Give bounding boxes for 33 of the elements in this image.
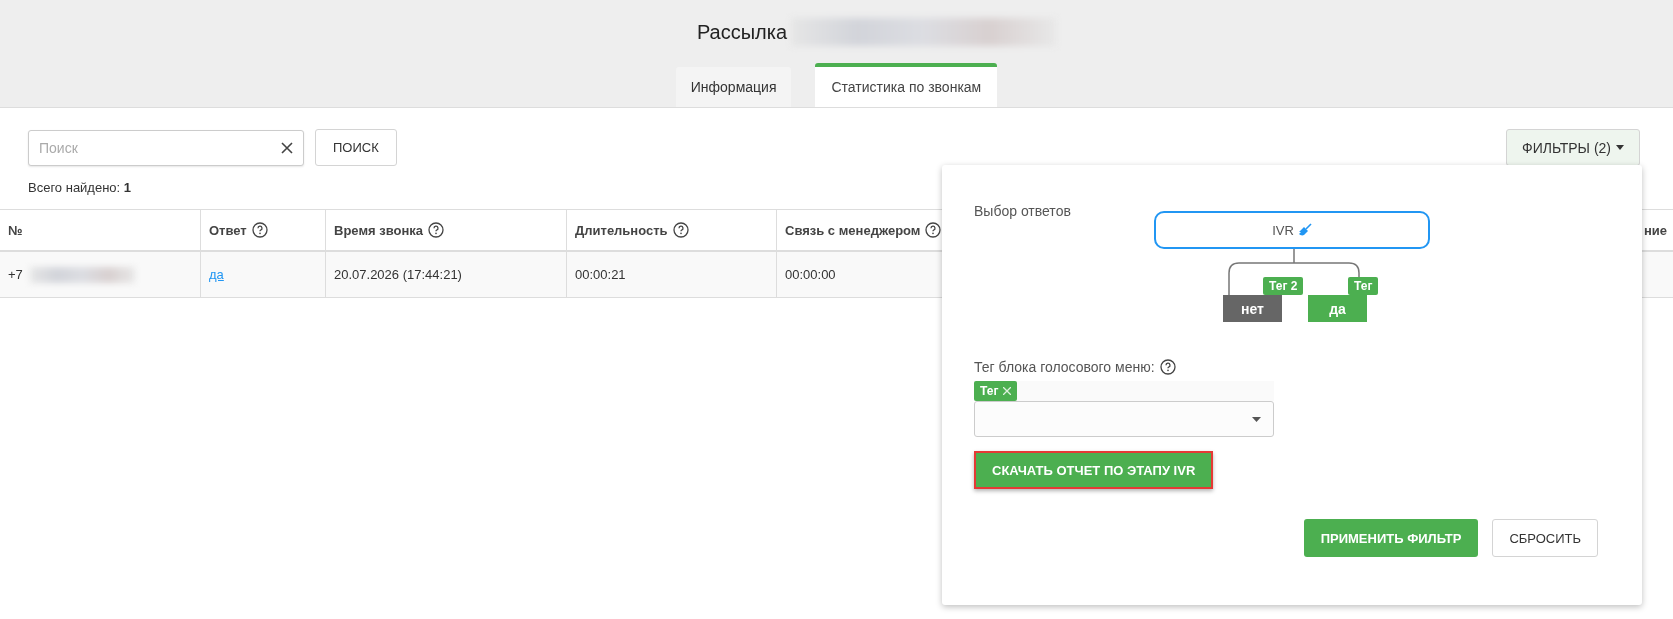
column-header: № [8,222,23,238]
tab[interactable]: Статистика по звонкам [815,63,998,107]
tag-badge: Тег [1348,277,1379,295]
section-label: Выбор ответов [974,203,1072,219]
reset-button[interactable]: СБРОСИТЬ [1492,519,1598,557]
table-cell: 00:00:21 [575,267,626,282]
caret-icon [1252,416,1261,422]
search-button[interactable]: ПОИСК [315,129,397,166]
column-header: Ответ [209,222,247,238]
page-title: Рассылка [696,20,788,44]
tab[interactable]: Информация [675,67,792,107]
phone-number: +7 [8,267,23,282]
help-icon[interactable] [925,222,942,238]
field-label: Тег блока голосового меню: [974,359,1155,375]
search-field[interactable]: Поиск [28,129,304,166]
table-cell: 20.07.2026 (17:44:21) [334,267,462,282]
help-icon[interactable] [428,222,444,238]
column-header: Время звонка [334,222,423,238]
caret-icon [1616,145,1624,150]
tag-badge: Тег 2 [1263,277,1304,295]
column-header: ние [1643,222,1667,238]
broom-icon [1297,223,1312,237]
close-icon[interactable] [281,141,293,154]
filters-button[interactable]: ФИЛЬТРЫ (2) [1506,129,1640,166]
total-count: Всего найдено: 1 [28,180,132,195]
help-icon[interactable] [251,222,268,238]
answer-node[interactable]: нет [1223,295,1282,322]
column-header: Длительность [575,222,668,238]
table-cell: 00:00:00 [785,267,836,282]
help-icon[interactable] [1159,359,1176,375]
ivr-node[interactable]: IVR [1154,211,1430,249]
column-header: Связь с менеджером [785,222,921,238]
help-icon[interactable] [672,222,689,238]
